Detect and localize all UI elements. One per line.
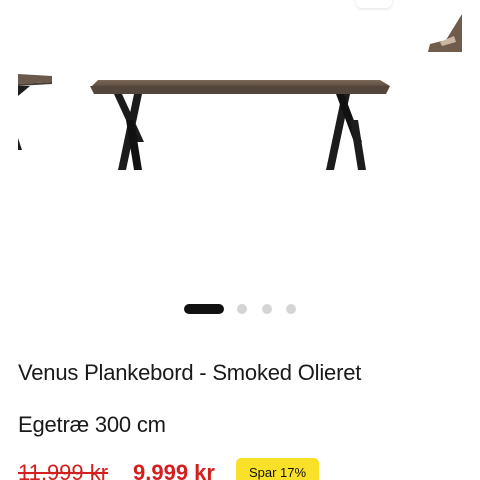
carousel-dot-4[interactable] <box>286 304 296 314</box>
right-leg-c <box>350 120 366 170</box>
next-table-corner <box>428 14 462 52</box>
product-image-carousel[interactable] <box>0 0 480 290</box>
sale-price: 9.999 kr <box>133 460 215 480</box>
carousel-pagination <box>0 302 480 316</box>
table-top <box>92 80 390 86</box>
prev-table-leg <box>18 86 30 96</box>
product-subtitle: Egetræ 300 cm <box>18 412 166 437</box>
table-top-edge <box>90 86 390 94</box>
prev-table-leg-lower <box>18 138 22 150</box>
carousel-dot-3[interactable] <box>262 304 272 314</box>
carousel-dot-2[interactable] <box>237 304 247 314</box>
carousel-dot-1-active[interactable] <box>184 304 224 314</box>
product-title: Venus Plankebord - Smoked Olieret <box>18 360 362 385</box>
original-price: 11.999 kr <box>18 460 109 480</box>
product-page: Venus Plankebord - Smoked Olieret Egetræ… <box>0 0 480 480</box>
top-overlay-chip <box>356 0 392 8</box>
discount-badge: Spar 17% <box>236 458 319 480</box>
dining-table-image <box>90 80 390 170</box>
next-image-peek[interactable] <box>420 0 480 290</box>
previous-image-peek[interactable] <box>0 0 60 290</box>
